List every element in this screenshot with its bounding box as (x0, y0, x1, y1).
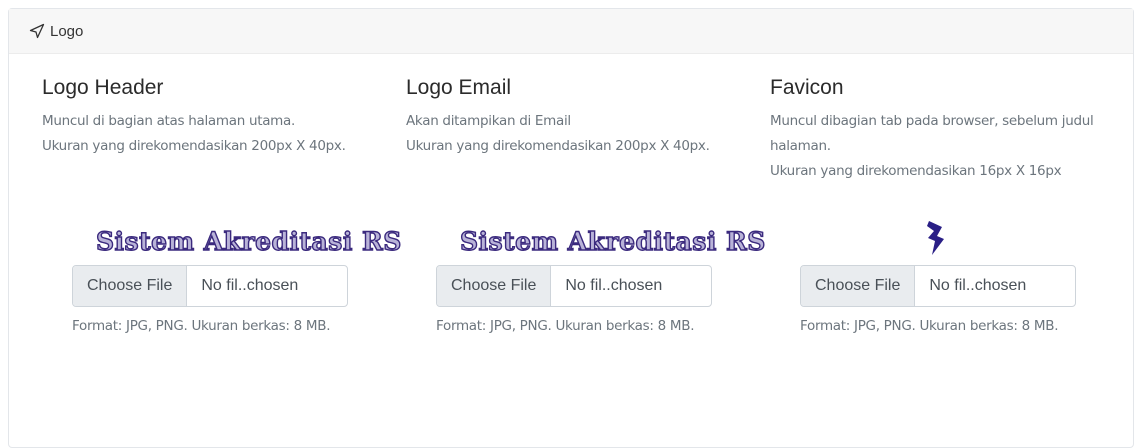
logo-header-preview: Sistem Akreditasi RS (95, 226, 402, 256)
choose-file-button[interactable]: Choose File (437, 266, 552, 306)
logo-email-section: Logo Email Akan ditampikan di Email Ukur… (406, 71, 726, 159)
logo-email-file-input[interactable]: Choose File No fil..chosen (436, 265, 712, 307)
logo-header-section: Logo Header Muncul di bagian atas halama… (42, 71, 362, 159)
section-description: Muncul di bagian atas halaman utama. Uku… (42, 109, 362, 159)
favicon-file-input[interactable]: Choose File No fil..chosen (800, 265, 1076, 307)
logo-settings-card: Logo Logo Header Muncul di bagian atas h… (8, 8, 1134, 448)
lightning-bolt-icon (927, 221, 945, 260)
card-title: Logo (50, 22, 84, 40)
description-line: Ukuran yang direkomendasikan 16px X 16px (770, 163, 1062, 179)
description-line: Muncul di bagian atas halaman utama. (42, 113, 295, 129)
file-name-label: No fil..chosen (565, 277, 663, 294)
logo-email-preview: Sistem Akreditasi RS (459, 226, 766, 256)
section-heading: Logo Header (42, 76, 164, 99)
description-line: Akan ditampikan di Email (406, 113, 571, 129)
section-description: Akan ditampikan di Email Ukuran yang dir… (406, 109, 726, 159)
section-heading: Favicon (770, 76, 844, 99)
file-name-label: No fil..chosen (201, 277, 299, 294)
description-line: Ukuran yang direkomendasikan 200px X 40p… (42, 138, 346, 154)
card-header: Logo (9, 9, 1133, 54)
description-line: Muncul dibagian tab pada browser, sebelu… (770, 113, 1094, 154)
file-format-hint: Format: JPG, PNG. Ukuran berkas: 8 MB. (800, 318, 1059, 334)
send-icon (29, 23, 45, 39)
logo-header-file-input[interactable]: Choose File No fil..chosen (72, 265, 348, 307)
favicon-section: Favicon Muncul dibagian tab pada browser… (770, 71, 1115, 184)
file-format-hint: Format: JPG, PNG. Ukuran berkas: 8 MB. (436, 318, 695, 334)
section-heading: Logo Email (406, 76, 512, 99)
file-format-hint: Format: JPG, PNG. Ukuran berkas: 8 MB. (72, 318, 331, 334)
description-line: Ukuran yang direkomendasikan 200px X 40p… (406, 138, 710, 154)
file-name-label: No fil..chosen (929, 277, 1027, 294)
section-description: Muncul dibagian tab pada browser, sebelu… (770, 109, 1115, 184)
choose-file-button[interactable]: Choose File (801, 266, 916, 306)
choose-file-button[interactable]: Choose File (73, 266, 188, 306)
